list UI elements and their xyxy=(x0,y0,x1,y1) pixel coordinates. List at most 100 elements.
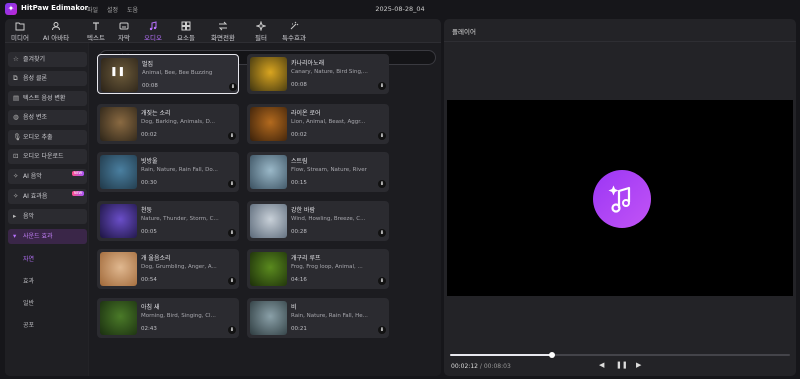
transition-icon xyxy=(218,21,228,31)
sound-duration: 00:02 xyxy=(291,132,307,138)
ai-sfx-icon: ✧ xyxy=(13,192,19,200)
sidebar-item-audio-extract[interactable]: 🎙 오디오 추출 xyxy=(8,130,87,145)
ai-music-icon: ✧ xyxy=(13,172,19,180)
download-icon[interactable]: ⬇ xyxy=(228,229,236,237)
sidebar-subitem-horror[interactable]: 공포 xyxy=(23,320,34,329)
sound-thumbnail xyxy=(250,252,287,286)
sidebar-item-ai-sfx[interactable]: ✧ AI 효과음 NEW xyxy=(8,189,87,204)
sound-card[interactable]: 카나리아노래 Canary, Nature, Bird Sing,... 00:08… xyxy=(247,54,389,94)
download-icon[interactable]: ⬇ xyxy=(378,326,386,334)
sidebar-item-music[interactable]: ▸ 음악 xyxy=(8,209,87,224)
sound-tags: Lion, Animal, Beast, Aggr... xyxy=(291,119,366,125)
sound-title: 개 울음소리 xyxy=(141,255,171,262)
sound-title: 강한 바람 xyxy=(291,207,315,214)
tool-effects[interactable]: 특수효과 xyxy=(279,21,309,42)
sound-card[interactable]: 라이온 로어 Lion, Animal, Beast, Aggr... 00:02 ⬇ xyxy=(247,104,389,144)
effects-icon xyxy=(290,21,299,30)
voice-clone-icon: ⧉ xyxy=(13,74,18,82)
total-time: 00:08:03 xyxy=(483,363,511,370)
text-icon xyxy=(93,22,99,30)
download-icon[interactable]: ⬇ xyxy=(378,229,386,237)
pause-icon[interactable]: ❚❚ xyxy=(110,65,125,79)
previous-frame-icon[interactable]: ◀ xyxy=(599,361,604,369)
sound-duration: 00:02 xyxy=(141,132,157,138)
download-icon[interactable]: ⬇ xyxy=(228,180,236,188)
sidebar-item-sound-effects[interactable]: ▾ 사운드 효과 xyxy=(8,229,87,244)
download-icon[interactable]: ⬇ xyxy=(229,83,237,91)
sound-tags: Morning, Bird, Singing, Cl... xyxy=(141,313,216,319)
sound-duration: 00:08 xyxy=(291,82,307,88)
new-badge: NEW xyxy=(72,171,84,176)
sound-grid-area: ⌕ 자연 ❚❚벌집Animal, Bee, Bee Buzzing00:08⬇카… xyxy=(89,43,441,376)
elements-icon xyxy=(181,21,191,31)
subtitle-icon xyxy=(119,22,129,30)
music-preview-icon xyxy=(593,170,651,228)
sound-card[interactable]: 빗방울 Rain, Nature, Rain Fall, Do... 00:30 ⬇ xyxy=(97,152,239,192)
download-icon[interactable]: ⬇ xyxy=(378,180,386,188)
audio-sidebar: ☆ 즐겨찾기 ⧉ 음성 클론 ▤ 텍스트 음성 변환 ◍ 음성 변조 🎙 오디오 추출 ⊡… xyxy=(5,43,88,376)
download-icon[interactable]: ⬇ xyxy=(228,277,236,285)
sound-duration: 04:16 xyxy=(291,277,307,283)
sidebar-subitem-nature[interactable]: 자연 xyxy=(23,254,34,263)
sidebar-item-voice-changer[interactable]: ◍ 음성 변조 xyxy=(8,110,87,125)
sound-thumbnail xyxy=(250,204,287,238)
tool-audio[interactable]: 오디오 xyxy=(138,21,168,42)
tool-transition[interactable]: 화면전환 xyxy=(208,21,238,42)
sidebar-item-voice-clone[interactable]: ⧉ 음성 클론 xyxy=(8,71,87,86)
pause-icon[interactable]: ❚❚ xyxy=(616,361,628,369)
sound-thumbnail xyxy=(250,155,287,189)
sound-card[interactable]: 아침 새 Morning, Bird, Singing, Cl... 02:43 ⬇ xyxy=(97,298,239,338)
download-icon: ⊡ xyxy=(13,152,19,160)
sound-title: 개구리 루프 xyxy=(291,255,321,262)
sound-card[interactable]: 개구리 루프 Frog, Frog loop, Animal, ... 04:16 ⬇ xyxy=(247,249,389,289)
sound-card[interactable]: ❚❚ 벌집 Animal, Bee, Bee Buzzing 00:08 ⬇ xyxy=(97,54,239,94)
sound-title: 아침 새 xyxy=(141,304,160,311)
playback-progress-bar[interactable] xyxy=(450,352,790,358)
sound-card[interactable]: 개 울음소리 Dog, Grumbling, Anger, A... 00:54 ⬇ xyxy=(97,249,239,289)
sound-card[interactable]: 강한 바람 Wind, Howling, Breeze, C... 00:28 ⬇ xyxy=(247,201,389,241)
sound-thumbnail xyxy=(100,204,137,238)
sound-card[interactable]: 개짖는 소리 Dog, Barking, Animals, D... 00:02 ⬇ xyxy=(97,104,239,144)
sound-card[interactable]: 천둥 Nature, Thunder, Storm, C... 00:05 ⬇ xyxy=(97,201,239,241)
sound-card[interactable]: 비 Rain, Nature, Rain Fall, He... 00:21 ⬇ xyxy=(247,298,389,338)
download-icon[interactable]: ⬇ xyxy=(228,326,236,334)
sound-tags: Rain, Nature, Rain Fall, Do... xyxy=(141,167,218,173)
download-icon[interactable]: ⬇ xyxy=(378,132,386,140)
download-icon[interactable]: ⬇ xyxy=(378,277,386,285)
sound-title: 벌집 xyxy=(142,61,154,68)
sidebar-subitem-effects[interactable]: 효과 xyxy=(23,276,34,285)
sound-card[interactable]: 스트림 Flow, Stream, Nature, River 00:15 ⬇ xyxy=(247,152,389,192)
player-title: 플레이어 xyxy=(452,28,476,36)
sound-thumbnail xyxy=(250,107,287,141)
caret-down-icon: ▾ xyxy=(13,232,17,240)
sound-thumbnail xyxy=(250,301,287,335)
sound-duration: 00:05 xyxy=(141,229,157,235)
main-toolbar: 미디어 AI 아바타 텍스트 자막 오디오 요소들 화면전환 필터 특수효과 xyxy=(5,19,441,43)
sidebar-subitem-general[interactable]: 일반 xyxy=(23,298,34,307)
sound-thumbnail xyxy=(250,57,287,91)
new-badge: NEW xyxy=(72,191,84,196)
download-icon[interactable]: ⬇ xyxy=(378,82,386,90)
sound-tags: Flow, Stream, Nature, River xyxy=(291,167,367,173)
progress-handle[interactable] xyxy=(549,352,555,358)
sound-duration: 00:28 xyxy=(291,229,307,235)
title-bar: ✦ HitPaw Edimakor 파일 설정 도움 2025-08-28_04 xyxy=(0,0,800,18)
player-header: 플레이어 xyxy=(444,19,796,42)
sidebar-item-tts[interactable]: ▤ 텍스트 음성 변환 xyxy=(8,91,87,106)
tool-ai-avatar[interactable]: AI 아바타 xyxy=(41,21,71,42)
tool-subtitle[interactable]: 자막 xyxy=(109,21,139,42)
download-icon[interactable]: ⬇ xyxy=(228,132,236,140)
star-icon: ☆ xyxy=(13,55,19,63)
sidebar-item-audio-download[interactable]: ⊡ 오디오 다운로드 xyxy=(8,149,87,164)
media-library-panel: 미디어 AI 아바타 텍스트 자막 오디오 요소들 화면전환 필터 특수효과 ☆… xyxy=(5,19,441,376)
sound-tags: Canary, Nature, Bird Sing,... xyxy=(291,69,368,75)
sidebar-item-favorites[interactable]: ☆ 즐겨찾기 xyxy=(8,52,87,67)
tool-media[interactable]: 미디어 xyxy=(5,21,35,42)
tool-filter[interactable]: 필터 xyxy=(246,21,276,42)
sound-thumbnail xyxy=(100,155,137,189)
tool-elements[interactable]: 요소들 xyxy=(171,21,201,42)
tool-text[interactable]: 텍스트 xyxy=(81,21,111,42)
sidebar-item-ai-music[interactable]: ✧ AI 음악 NEW xyxy=(8,169,87,184)
next-frame-icon[interactable]: ▶ xyxy=(636,361,641,369)
sound-tags: Dog, Barking, Animals, D... xyxy=(141,119,216,125)
